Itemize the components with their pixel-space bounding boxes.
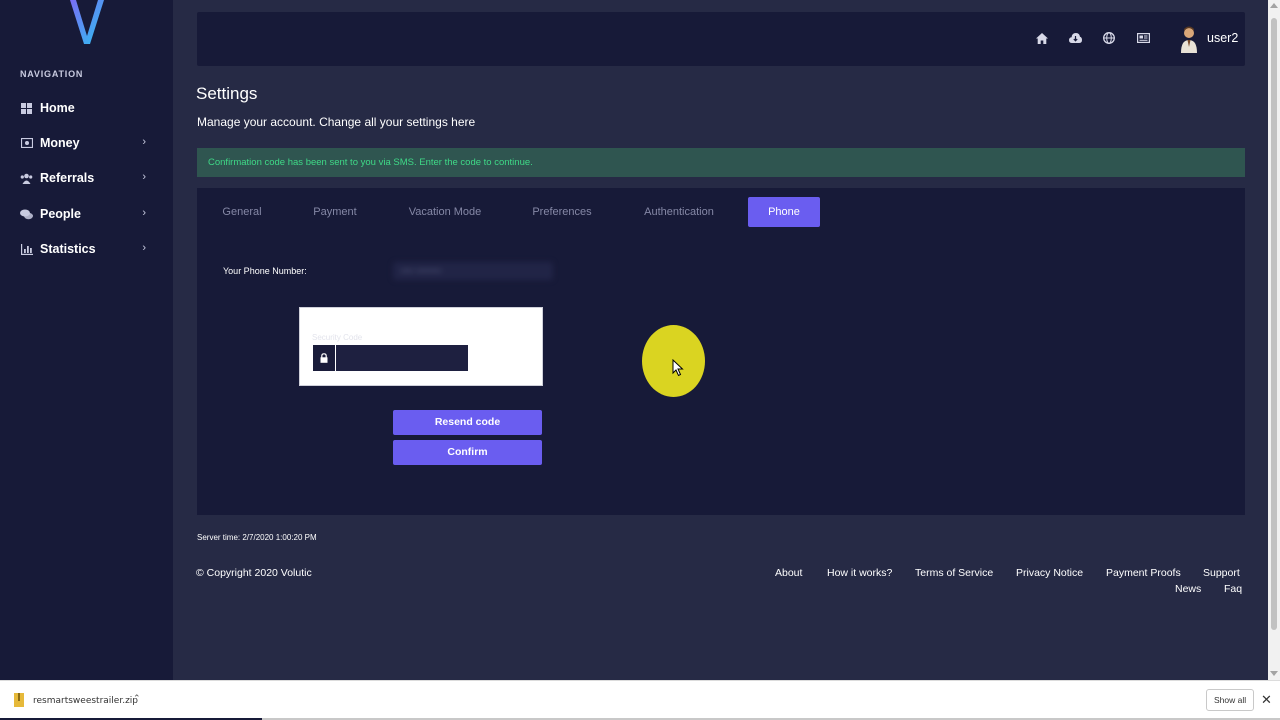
- zip-file-icon: [14, 693, 24, 707]
- download-file-name[interactable]: resmartsweestrailer.zip: [33, 696, 138, 706]
- sidebar: NAVIGATION Home Money › Referrals › Peop…: [0, 0, 173, 680]
- copyright: © Copyright 2020 Volutic: [196, 567, 312, 579]
- download-bar: resmartsweestrailer.zip ⌃ Show all ✕: [0, 680, 1280, 720]
- resend-code-button[interactable]: Resend code: [393, 410, 542, 435]
- footer-link-news[interactable]: News: [1175, 583, 1201, 595]
- footer-link-about[interactable]: About: [775, 567, 802, 579]
- scroll-down-icon[interactable]: [1270, 671, 1278, 676]
- show-all-button[interactable]: Show all: [1206, 689, 1255, 711]
- globe-icon[interactable]: [1102, 31, 1116, 45]
- footer-link-payment-proofs[interactable]: Payment Proofs: [1106, 567, 1181, 579]
- scrollbar-thumb[interactable]: [1271, 18, 1277, 630]
- sidebar-item-referrals[interactable]: Referrals ›: [20, 167, 150, 189]
- tab-payment[interactable]: Payment: [303, 197, 367, 227]
- phone-number-value: •••• ••••••••: [393, 262, 553, 280]
- chat-icon: [20, 208, 33, 221]
- footer-link-faq[interactable]: Faq: [1224, 583, 1242, 595]
- sms-alert: Confirmation code has been sent to you v…: [197, 148, 1245, 177]
- tab-authentication[interactable]: Authentication: [637, 197, 721, 227]
- navigation-heading: NAVIGATION: [20, 69, 84, 79]
- page-title: Settings: [196, 84, 258, 103]
- sidebar-item-label: People: [40, 207, 81, 221]
- mouse-cursor-icon: [672, 359, 684, 377]
- sidebar-item-label: Statistics: [40, 242, 96, 256]
- money-icon: [20, 137, 33, 150]
- footer-link-how-it-works[interactable]: How it works?: [827, 567, 892, 579]
- security-code-input[interactable]: [336, 345, 468, 371]
- tab-preferences[interactable]: Preferences: [527, 197, 597, 227]
- settings-card: General Payment Vacation Mode Preference…: [197, 188, 1245, 515]
- sidebar-item-statistics[interactable]: Statistics ›: [20, 238, 150, 260]
- lock-icon: [313, 345, 335, 371]
- chevron-up-icon[interactable]: ⌃: [133, 693, 141, 704]
- tab-phone[interactable]: Phone: [748, 197, 820, 227]
- server-time: Server time: 2/7/2020 1:00:20 PM: [197, 533, 317, 542]
- chevron-right-icon: ›: [142, 242, 146, 254]
- avatar[interactable]: [1180, 25, 1198, 53]
- tab-vacation-mode[interactable]: Vacation Mode: [403, 197, 487, 227]
- footer-link-support[interactable]: Support: [1203, 567, 1240, 579]
- volutic-logo[interactable]: [64, 0, 110, 48]
- page-scrollbar[interactable]: [1268, 0, 1280, 680]
- scroll-up-icon[interactable]: [1270, 3, 1278, 8]
- bar-chart-icon: [20, 243, 33, 256]
- top-header: user2: [197, 12, 1245, 66]
- news-icon[interactable]: [1136, 31, 1150, 45]
- confirm-button[interactable]: Confirm: [393, 440, 542, 465]
- home-icon[interactable]: [1035, 31, 1049, 45]
- sidebar-item-label: Money: [40, 136, 80, 150]
- users-icon: [20, 172, 33, 185]
- close-icon[interactable]: ✕: [1261, 692, 1272, 708]
- sidebar-item-money[interactable]: Money ›: [20, 132, 150, 154]
- page-subtitle: Manage your account. Change all your set…: [197, 115, 476, 129]
- grid-icon: [20, 102, 33, 115]
- security-code-label: Security Code: [312, 333, 363, 342]
- sidebar-item-people[interactable]: People ›: [20, 203, 150, 225]
- sidebar-item-home[interactable]: Home: [20, 97, 150, 119]
- footer-link-privacy[interactable]: Privacy Notice: [1016, 567, 1083, 579]
- footer-link-terms[interactable]: Terms of Service: [915, 567, 993, 579]
- chevron-right-icon: ›: [142, 207, 146, 219]
- username[interactable]: user2: [1207, 31, 1238, 45]
- phone-number-label: Your Phone Number:: [223, 266, 307, 276]
- sidebar-item-label: Home: [40, 101, 75, 115]
- sidebar-item-label: Referrals: [40, 171, 95, 185]
- cloud-icon[interactable]: [1068, 31, 1082, 45]
- tab-general[interactable]: General: [211, 197, 273, 227]
- security-code-box: Security Code: [299, 307, 543, 386]
- chevron-right-icon: ›: [142, 171, 146, 183]
- chevron-right-icon: ›: [142, 136, 146, 148]
